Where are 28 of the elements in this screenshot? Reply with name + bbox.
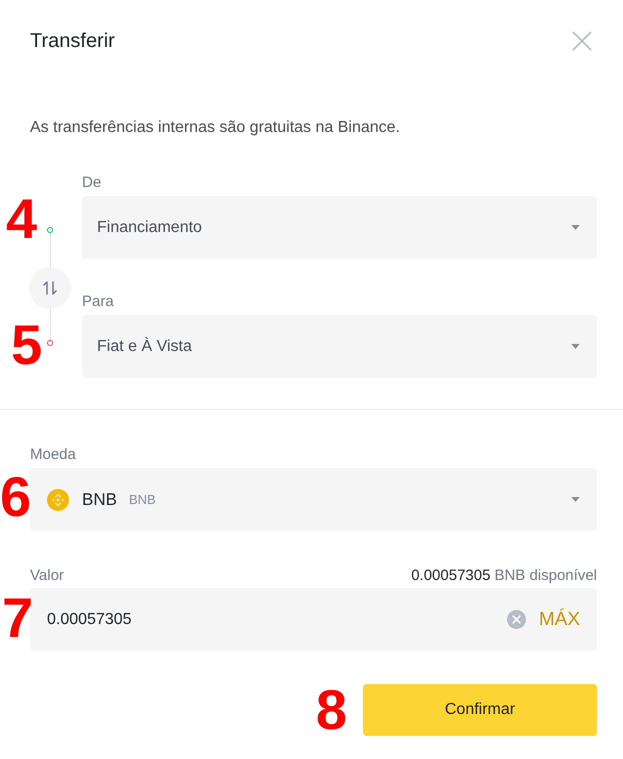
annotation-number: 6 bbox=[0, 469, 32, 525]
account-dropdown[interactable]: Fiat e À Vista bbox=[82, 315, 597, 378]
field-label: De bbox=[82, 173, 102, 193]
caret-icon bbox=[571, 497, 580, 502]
annotation-number: 8 bbox=[316, 682, 347, 738]
close-icon[interactable] bbox=[572, 31, 592, 51]
clear-icon[interactable] bbox=[506, 610, 526, 629]
account-dropdown[interactable]: Financiamento bbox=[82, 196, 597, 259]
coin-logo-icon bbox=[47, 488, 69, 510]
confirm-button[interactable]: Confirmar bbox=[363, 684, 597, 736]
field-label: Moeda bbox=[30, 445, 77, 465]
annotation-number: 4 bbox=[6, 191, 38, 247]
coin-name: BNB bbox=[128, 492, 156, 507]
field-label: Valor bbox=[30, 566, 64, 586]
swap-arrows-icon bbox=[42, 280, 58, 296]
field-label: Para bbox=[82, 292, 115, 312]
caret-icon bbox=[571, 225, 580, 230]
annotation-number: 5 bbox=[11, 317, 42, 373]
available-label: BNB disponível bbox=[494, 567, 597, 584]
available-amount: 0.00057305 bbox=[411, 567, 490, 584]
coin-dropdown[interactable]: BNB BNB bbox=[30, 468, 597, 531]
dialog-title: Transferir bbox=[30, 29, 115, 54]
swap-button[interactable] bbox=[29, 267, 71, 309]
coin-symbol: BNB bbox=[82, 490, 117, 510]
amount-value: 0.00057305 bbox=[47, 610, 133, 628]
amount-input[interactable]: 0.00057305 MÁX bbox=[30, 588, 597, 651]
caret-icon bbox=[571, 344, 580, 349]
notice-text: As transferências internas são gratuitas na Binance. bbox=[30, 118, 401, 138]
